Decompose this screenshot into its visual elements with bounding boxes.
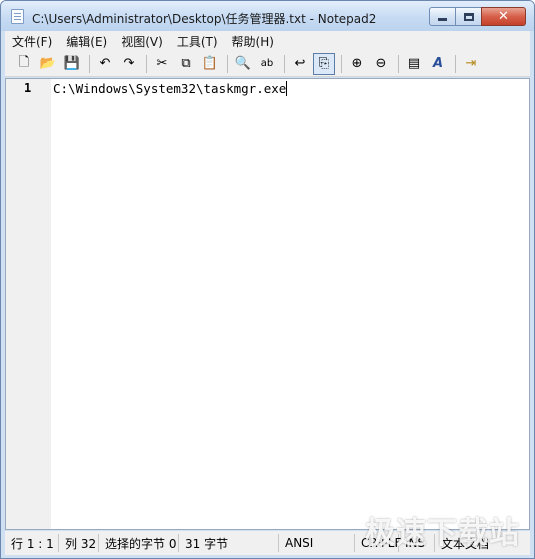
toolbar-separator (341, 54, 342, 73)
replace-icon: ab (260, 58, 274, 69)
undo-button[interactable]: ↶ (94, 53, 116, 75)
status-size: 31 字节 (179, 534, 279, 552)
undo-icon: ↶ (99, 56, 111, 71)
title-bar[interactable]: C:\Users\Administrator\Desktop\任务管理器.txt… (1, 1, 534, 31)
new-icon: 🗋 (18, 54, 30, 70)
editor-line[interactable]: C:\Windows\System32\taskmgr.exe (53, 81, 288, 96)
redo-button[interactable]: ↷ (118, 53, 140, 75)
text-editor[interactable]: 1 C:\Windows\System32\taskmgr.exe (5, 78, 530, 530)
window-title: C:\Users\Administrator\Desktop\任务管理器.txt… (32, 12, 377, 26)
scheme-icon: ▤ (407, 56, 421, 71)
new-button[interactable]: 🗋 (13, 53, 35, 75)
maximize-icon (463, 12, 474, 21)
view-whitespace-icon: ⎘ (318, 56, 330, 71)
scheme-button[interactable]: ▤ (403, 53, 425, 75)
menu-view[interactable]: 视图(V) (114, 33, 170, 50)
open-icon: 📂 (39, 56, 57, 71)
menu-tools[interactable]: 工具(T) (170, 33, 225, 50)
editor-line-text: C:\Windows\System32\taskmgr.exe (53, 81, 287, 96)
maximize-button[interactable] (455, 7, 481, 26)
redo-icon: ↷ (123, 56, 135, 71)
paste-button[interactable]: 📋 (199, 53, 221, 75)
find-button[interactable]: 🔍 (232, 53, 254, 75)
line-number: 1 (24, 81, 32, 95)
minimize-button[interactable] (429, 7, 455, 26)
open-button[interactable]: 📂 (37, 53, 59, 75)
wordwrap-button[interactable]: ↩ (289, 53, 311, 75)
zoom-in-icon: ⊕ (351, 56, 363, 71)
status-column: 列 32 (59, 534, 99, 552)
line-number-gutter: 1 (6, 79, 51, 529)
font-button[interactable]: A (427, 53, 449, 75)
notepad-app-icon (11, 9, 24, 24)
menu-edit[interactable]: 编辑(E) (59, 33, 114, 50)
menu-help[interactable]: 帮助(H) (225, 33, 281, 50)
cut-icon: ✂ (156, 56, 168, 71)
menu-file[interactable]: 文件(F) (5, 33, 59, 50)
exit-icon: ⇥ (465, 56, 477, 71)
save-icon: 💾 (63, 56, 81, 71)
text-caret (286, 81, 288, 96)
save-button[interactable]: 💾 (61, 53, 83, 75)
zoom-out-icon: ⊖ (375, 56, 387, 71)
window-controls: ✕ (429, 7, 526, 27)
status-position: 行 1 : 1 (5, 534, 59, 552)
exit-button[interactable]: ⇥ (460, 53, 482, 75)
copy-button[interactable]: ⧉ (175, 53, 197, 75)
menu-bar: 文件(F) 编辑(E) 视图(V) 工具(T) 帮助(H) (5, 31, 530, 51)
close-button[interactable]: ✕ (481, 7, 526, 26)
status-encoding[interactable]: ANSI (279, 534, 355, 552)
status-selected-bytes: 选择的字节 0 (99, 534, 179, 552)
font-icon: A (432, 56, 444, 71)
toolbar: 🗋 📂 💾 ↶ ↷ ✂ ⧉ 📋 🔍 ab ↩ ⎘ ⊕ ⊖ ▤ A ⇥ (5, 51, 530, 77)
notepad2-window: C:\Users\Administrator\Desktop\任务管理器.txt… (0, 0, 535, 559)
view-whitespace-button[interactable]: ⎘ (313, 52, 335, 75)
replace-button[interactable]: ab (256, 53, 278, 75)
zoom-out-button[interactable]: ⊖ (370, 53, 392, 75)
minimize-icon (438, 18, 447, 21)
find-icon: 🔍 (234, 56, 252, 71)
toolbar-separator (227, 54, 228, 73)
copy-icon: ⧉ (181, 56, 191, 71)
toolbar-separator (455, 54, 456, 73)
toolbar-separator (284, 54, 285, 73)
toolbar-separator (89, 54, 90, 73)
zoom-in-button[interactable]: ⊕ (346, 53, 368, 75)
close-icon: ✕ (498, 9, 509, 24)
watermark-logo: 极速下载站 (365, 516, 520, 551)
wordwrap-icon: ↩ (294, 56, 306, 71)
paste-icon: 📋 (201, 56, 219, 71)
toolbar-separator (398, 54, 399, 73)
toolbar-separator (146, 54, 147, 73)
cut-button[interactable]: ✂ (151, 53, 173, 75)
